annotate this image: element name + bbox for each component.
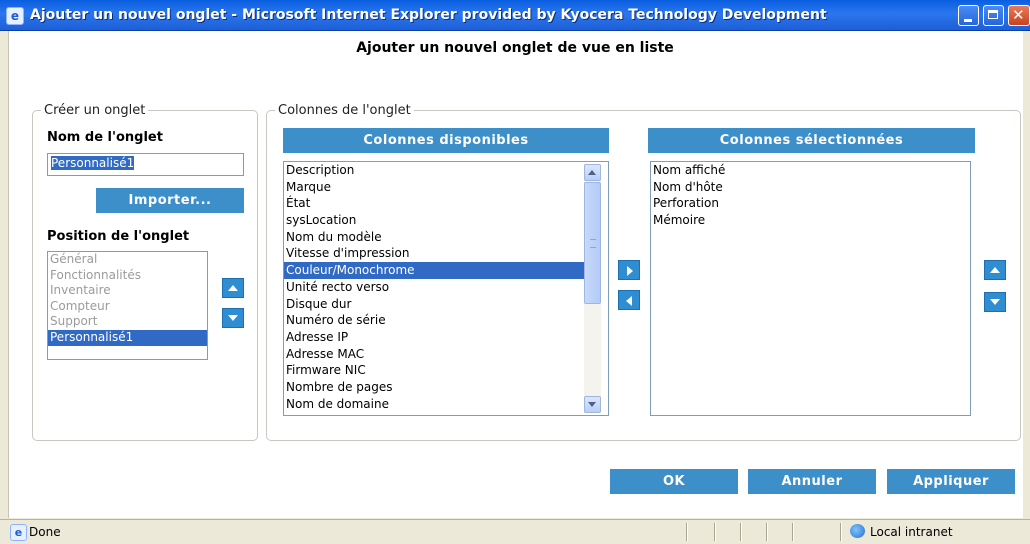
status-bar: e Done Local intranet [0,519,1030,544]
close-button[interactable] [1008,5,1030,26]
status-divider [714,523,716,541]
ok-button[interactable]: OK [610,469,738,494]
available-column-item[interactable]: Adresse IP [284,329,608,346]
window-title-bar: e Ajouter un nouvel onglet - Microsoft I… [0,0,1030,31]
selected-column-item[interactable]: Perforation [651,195,970,212]
position-item-inventory[interactable]: Inventaire [48,283,207,299]
cancel-button[interactable]: Annuler [748,469,876,494]
available-list-scrollbar[interactable] [584,164,601,413]
available-column-item[interactable]: Disque dur [284,296,608,313]
available-column-item[interactable]: Marque [284,179,608,196]
scroll-up-arrow-icon[interactable] [584,164,601,181]
available-column-item[interactable]: Adresse MAC [284,346,608,363]
selected-columns-header: Colonnes sélectionnées [648,128,975,153]
selected-column-item[interactable]: Mémoire [651,212,970,229]
status-divider [686,523,688,541]
available-column-item[interactable]: Firmware NIC [284,362,608,379]
column-move-up-button[interactable] [984,260,1006,280]
available-column-item[interactable]: État [284,195,608,212]
status-divider [740,523,742,541]
scroll-down-arrow-icon[interactable] [584,396,601,413]
status-divider [792,523,794,541]
available-column-item[interactable]: sysLocation [284,212,608,229]
tab-name-input[interactable]: Personnalisé1 [47,153,244,176]
status-divider [840,523,842,541]
add-column-button[interactable] [618,260,640,280]
available-column-item-selected[interactable]: Couleur/Monochrome [284,262,584,279]
tab-name-value: Personnalisé1 [51,156,135,170]
selected-column-item[interactable]: Nom affiché [651,162,970,179]
apply-button[interactable]: Appliquer [887,469,1015,494]
ie-icon: e [6,7,24,25]
minimize-button[interactable] [958,5,979,26]
scroll-thumb[interactable] [584,182,601,304]
tab-columns-legend: Colonnes de l'onglet [278,103,411,118]
selected-columns-list[interactable]: Nom affiché Nom d'hôte Perforation Mémoi… [650,161,971,416]
ie-page-icon: e [10,524,27,541]
status-text: Done [29,525,61,539]
maximize-button[interactable] [983,5,1004,26]
available-column-item[interactable]: Numéro de série [284,312,608,329]
security-zone-text: Local intranet [870,525,953,539]
available-columns-header: Colonnes disponibles [283,128,609,153]
available-column-item[interactable]: Vitesse d'impression [284,245,608,262]
available-column-item[interactable]: Unité recto verso [284,279,608,296]
available-column-item[interactable]: Description [284,162,608,179]
position-move-down-button[interactable] [222,308,244,328]
page-title: Ajouter un nouvel onglet de vue en liste [356,40,674,56]
position-move-up-button[interactable] [222,278,244,298]
selected-column-item[interactable]: Nom d'hôte [651,179,970,196]
window-title: Ajouter un nouvel onglet - Microsoft Int… [30,7,827,23]
status-divider [766,523,768,541]
column-move-down-button[interactable] [984,292,1006,312]
available-column-item[interactable]: Nombre de pages [284,379,608,396]
position-item-general[interactable]: Général [48,252,207,268]
create-tab-legend: Créer un onglet [44,103,146,118]
position-item-support[interactable]: Support [48,314,207,330]
tab-position-list[interactable]: Général Fonctionnalités Inventaire Compt… [47,251,208,360]
local-intranet-icon [850,524,865,538]
available-column-item[interactable]: Nom du modèle [284,229,608,246]
available-columns-list[interactable]: Description Marque État sysLocation Nom … [283,161,609,416]
tab-name-label: Nom de l'onglet [47,130,163,145]
position-item-counter[interactable]: Compteur [48,299,207,315]
position-item-features[interactable]: Fonctionnalités [48,268,207,284]
position-item-custom[interactable]: Personnalisé1 [48,329,207,346]
tab-position-label: Position de l'onglet [47,229,190,244]
import-button[interactable]: Importer... [96,188,244,213]
available-column-item[interactable]: Nom de domaine [284,396,608,413]
remove-column-button[interactable] [618,290,640,310]
